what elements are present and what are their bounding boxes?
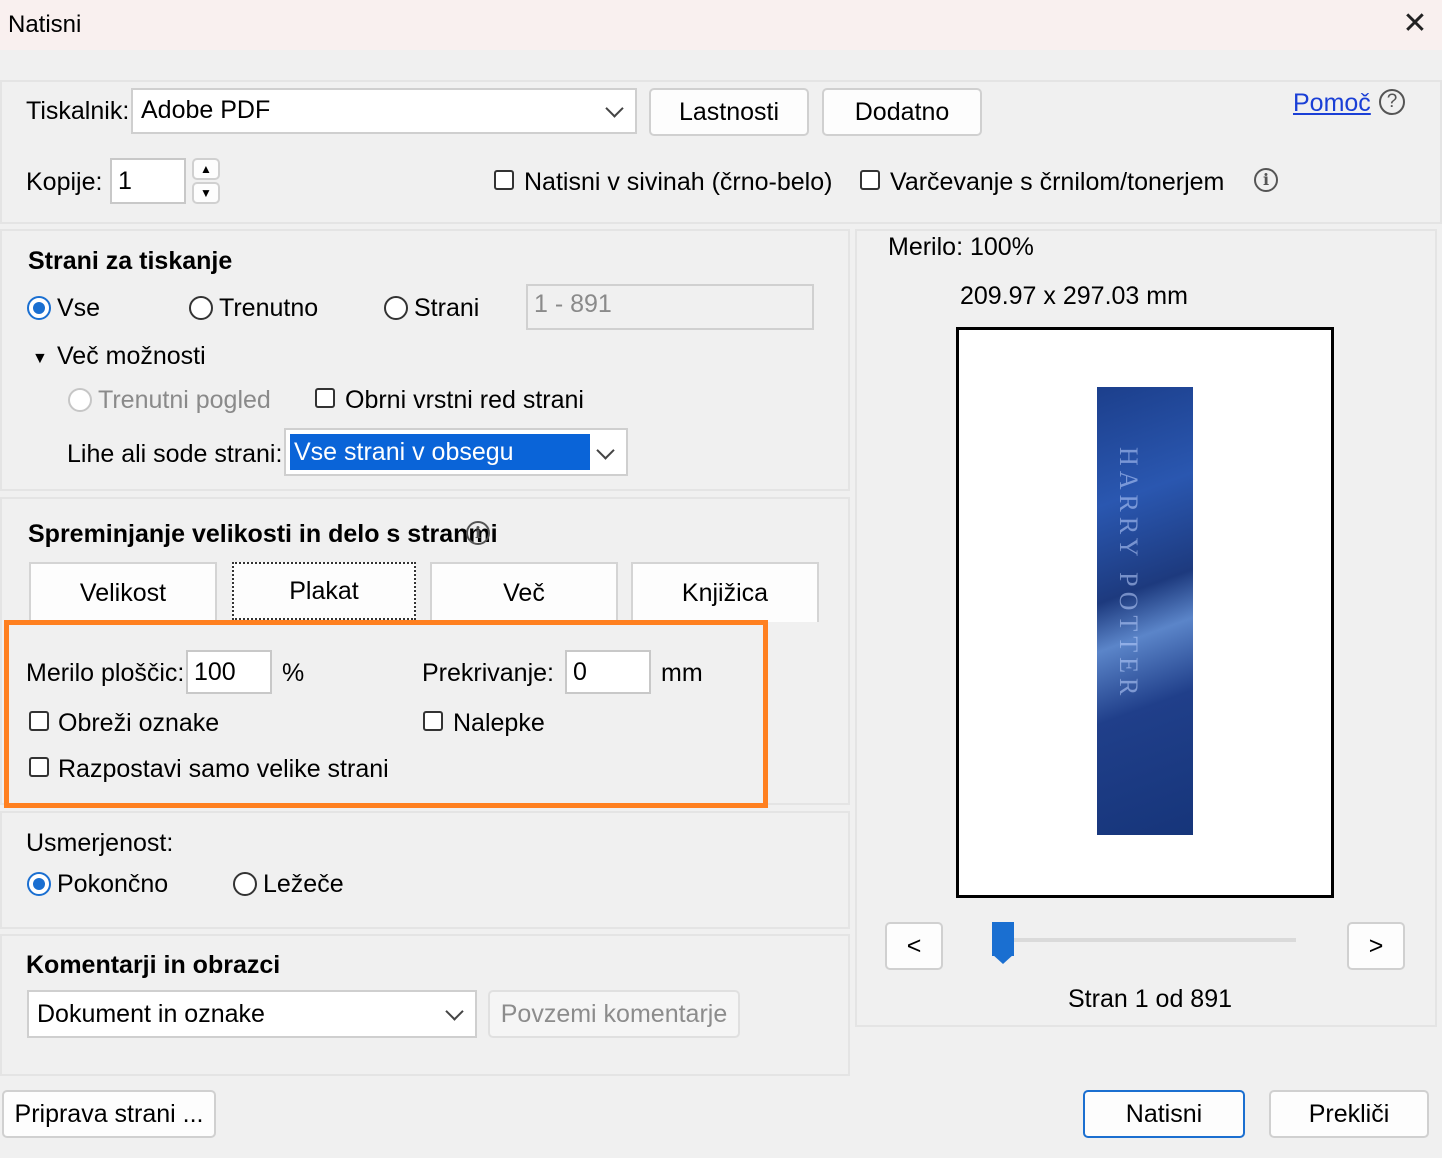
- cut-marks-label: Obreži oznake: [58, 709, 220, 737]
- page-slider-thumb[interactable]: [992, 922, 1014, 964]
- printer-label: Tiskalnik:: [26, 97, 130, 125]
- comments-select[interactable]: Dokument in oznake: [27, 990, 477, 1038]
- portrait-label: Pokončno: [57, 870, 169, 898]
- chevron-down-icon: [445, 1002, 464, 1021]
- sizing-heading: Spreminjanje velikosti in delo s stranmi: [28, 520, 498, 548]
- page-status: Stran 1 od 891: [1068, 985, 1233, 1013]
- title-bar: [0, 0, 1442, 50]
- info-icon[interactable]: i: [1254, 168, 1278, 192]
- triangle-down-icon[interactable]: ▼: [32, 350, 48, 368]
- copies-label: Kopije:: [26, 168, 103, 196]
- page-thumbnail: HARRY POTTER: [1097, 387, 1193, 835]
- labels-label: Nalepke: [453, 709, 545, 737]
- odd-even-value: Vse strani v obsegu: [294, 438, 514, 466]
- summarize-comments-button[interactable]: Povzemi komentarje: [488, 990, 740, 1038]
- pages-range-label: Strani: [414, 294, 480, 322]
- copies-stepper[interactable]: ▲ ▼: [192, 158, 220, 204]
- help-link[interactable]: Pomoč: [1293, 89, 1371, 118]
- preview-scale: Merilo: 100%: [888, 233, 1034, 261]
- grayscale-checkbox[interactable]: [494, 170, 514, 190]
- more-options-toggle[interactable]: Več možnosti: [57, 342, 206, 371]
- pages-all-radio[interactable]: [27, 296, 51, 320]
- landscape-radio[interactable]: [233, 872, 257, 896]
- properties-button[interactable]: Lastnosti: [649, 88, 809, 136]
- labels-checkbox[interactable]: [423, 711, 443, 731]
- odd-even-select[interactable]: Vse strani v obsegu: [284, 428, 628, 476]
- current-view-radio[interactable]: [68, 388, 92, 412]
- pages-current-label: Trenutno: [219, 294, 319, 322]
- chevron-down-icon: [605, 99, 624, 118]
- copies-input[interactable]: [110, 158, 186, 204]
- current-view-label: Trenutni pogled: [98, 386, 271, 414]
- next-page-button[interactable]: >: [1347, 922, 1405, 970]
- page-slider[interactable]: [1000, 938, 1296, 942]
- print-button[interactable]: Natisni: [1083, 1090, 1245, 1138]
- page-setup-button[interactable]: Priprava strani ...: [2, 1090, 216, 1138]
- reverse-order-checkbox[interactable]: [315, 388, 335, 408]
- tab-size[interactable]: Velikost: [29, 562, 217, 622]
- printer-select-value: Adobe PDF: [141, 96, 271, 124]
- pages-range-input[interactable]: 1 - 891: [526, 284, 814, 330]
- reverse-order-label: Obrni vrstni red strani: [345, 386, 584, 414]
- pages-current-radio[interactable]: [189, 296, 213, 320]
- thumbnail-artwork: HARRY POTTER: [1114, 447, 1143, 701]
- advanced-button[interactable]: Dodatno: [822, 88, 982, 136]
- preview-page: HARRY POTTER: [956, 327, 1334, 898]
- help-icon[interactable]: ?: [1379, 89, 1405, 115]
- close-icon[interactable]: ✕: [1400, 6, 1430, 42]
- overlap-input[interactable]: [565, 650, 651, 694]
- tile-large-label: Razpostavi samo velike strani: [58, 755, 389, 783]
- comments-select-value: Dokument in oznake: [37, 1000, 265, 1028]
- tile-scale-label: Merilo ploščic:: [26, 659, 185, 687]
- grayscale-label: Natisni v sivinah (črno-belo): [524, 168, 833, 196]
- tab-booklet[interactable]: Knjižica: [631, 562, 819, 622]
- orientation-heading: Usmerjenost:: [26, 829, 174, 857]
- overlap-unit: mm: [661, 659, 703, 687]
- landscape-label: Ležeče: [263, 870, 344, 898]
- pages-range-radio[interactable]: [384, 296, 408, 320]
- info-icon[interactable]: i: [466, 521, 490, 545]
- overlap-label: Prekrivanje:: [422, 659, 554, 687]
- tab-poster[interactable]: Plakat: [232, 562, 416, 620]
- portrait-radio[interactable]: [27, 872, 51, 896]
- chevron-down-icon: [596, 441, 615, 460]
- odd-even-label: Lihe ali sode strani:: [67, 440, 283, 468]
- save-ink-label: Varčevanje s črnilom/tonerjem: [890, 168, 1225, 196]
- window-title: Natisni: [8, 11, 82, 38]
- prev-page-button[interactable]: <: [885, 922, 943, 970]
- tile-large-checkbox[interactable]: [29, 757, 49, 777]
- preview-page-size: 209.97 x 297.03 mm: [960, 282, 1188, 310]
- pages-all-label: Vse: [57, 294, 101, 322]
- pages-heading: Strani za tiskanje: [28, 247, 233, 275]
- cancel-button[interactable]: Prekliči: [1269, 1090, 1429, 1138]
- save-ink-checkbox[interactable]: [860, 170, 880, 190]
- comments-heading: Komentarji in obrazci: [26, 951, 281, 979]
- stepper-down-icon[interactable]: ▼: [192, 182, 220, 204]
- tile-scale-unit: %: [282, 659, 305, 687]
- tab-multiple[interactable]: Več: [430, 562, 618, 622]
- tile-scale-input[interactable]: [186, 650, 272, 694]
- cut-marks-checkbox[interactable]: [29, 711, 49, 731]
- stepper-up-icon[interactable]: ▲: [192, 158, 220, 180]
- printer-select[interactable]: Adobe PDF: [131, 88, 637, 134]
